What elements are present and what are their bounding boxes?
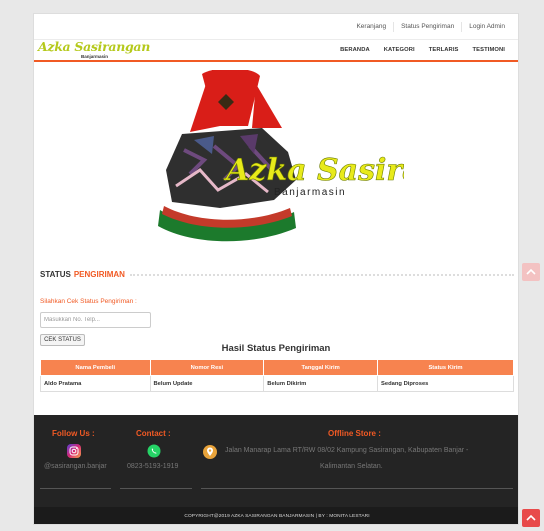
instagram-icon[interactable] — [67, 444, 81, 458]
results-title: Hasil Status Pengiriman — [221, 343, 331, 354]
footer-divider — [40, 488, 111, 489]
section-title-plain: STATUS — [40, 270, 71, 279]
store-address-line1: Jalan Manarap Lama RT/RW 08/02 Kampung S… — [225, 447, 469, 454]
section-title-accent: PENGIRIMAN — [73, 270, 125, 279]
receipt-number-cell: Belum Update — [149, 375, 265, 392]
main-navbar: Azka Sasirangan Banjarmasin BERANDA KATE… — [34, 39, 518, 62]
brand-subtitle: Banjarmasin — [81, 54, 109, 59]
contact-heading: Contact : — [136, 429, 171, 438]
nav-menu: BERANDA KATEGORI TERLARIS TESTIMONI — [333, 47, 512, 53]
check-status-label: Silahkan Cek Status Pengiriman : — [40, 298, 137, 305]
offline-store-heading: Offline Store : — [328, 429, 381, 438]
ship-date-cell: Belum Dikirim — [263, 375, 379, 392]
store-address-line2: Kalimantan Selatan. — [320, 463, 383, 470]
ship-status-cell: Sedang Diproses — [377, 375, 514, 392]
cart-link[interactable]: Keranjang — [349, 22, 393, 32]
column-header: Nomor Resi — [149, 359, 265, 376]
footer-divider — [201, 488, 513, 489]
chevron-up-icon — [526, 514, 536, 521]
chevron-up-icon — [526, 268, 536, 275]
hero-banner: Azka Sasirangan Banjarmasin — [34, 62, 518, 258]
footer-divider — [120, 488, 192, 489]
nav-item-terlaris[interactable]: TERLARIS — [422, 47, 466, 53]
table-row: Aldo Pratama Belum Update Belum Dikirim … — [40, 375, 514, 392]
scroll-side-button[interactable] — [522, 263, 540, 281]
shipping-status-link[interactable]: Status Pengiriman — [393, 21, 461, 32]
instagram-handle[interactable]: @sasirangan.banjar — [44, 463, 107, 470]
map-pin-icon — [203, 445, 217, 459]
phone-number-input[interactable] — [40, 312, 151, 328]
brand-name: Azka Sasirangan — [38, 39, 151, 54]
brand-logo[interactable]: Azka Sasirangan Banjarmasin — [38, 39, 150, 60]
buyer-name-cell: Aldo Pratama — [40, 375, 151, 392]
page: Keranjang Status Pengiriman Login Admin … — [33, 13, 519, 525]
phone-number[interactable]: 0823-5193-1919 — [127, 463, 178, 470]
admin-login-link[interactable]: Login Admin — [461, 21, 512, 32]
results-table: Nama Pembeli Nomor Resi Tanggal Kirim St… — [40, 359, 514, 392]
scroll-top-button[interactable] — [522, 509, 540, 527]
column-header: Tanggal Kirim — [263, 359, 379, 376]
hero-logo-subtext: Banjarmasin — [274, 187, 346, 198]
copyright-bar: COPYRIGHT@2019 AZKA SASIRANGAN BANJARMAS… — [34, 507, 518, 524]
whatsapp-icon[interactable] — [147, 444, 161, 458]
table-header-row: Nama Pembeli Nomor Resi Tanggal Kirim St… — [40, 359, 514, 376]
hero-logo-text: Azka Sasirangan — [223, 153, 404, 188]
nav-item-beranda[interactable]: BERANDA — [333, 47, 377, 53]
hero-logo: Azka Sasirangan Banjarmasin — [158, 70, 404, 242]
column-header: Status Kirim — [377, 359, 514, 376]
top-bar: Keranjang Status Pengiriman Login Admin — [34, 14, 518, 40]
section-divider — [129, 273, 514, 276]
status-section-title: STATUS PENGIRIMAN — [40, 270, 518, 279]
nav-item-kategori[interactable]: KATEGORI — [377, 47, 422, 53]
follow-us-heading: Follow Us : — [52, 429, 95, 438]
column-header: Nama Pembeli — [40, 359, 151, 376]
footer: Follow Us : @sasirangan.banjar Contact :… — [34, 415, 518, 507]
nav-item-testimoni[interactable]: TESTIMONI — [466, 47, 512, 53]
